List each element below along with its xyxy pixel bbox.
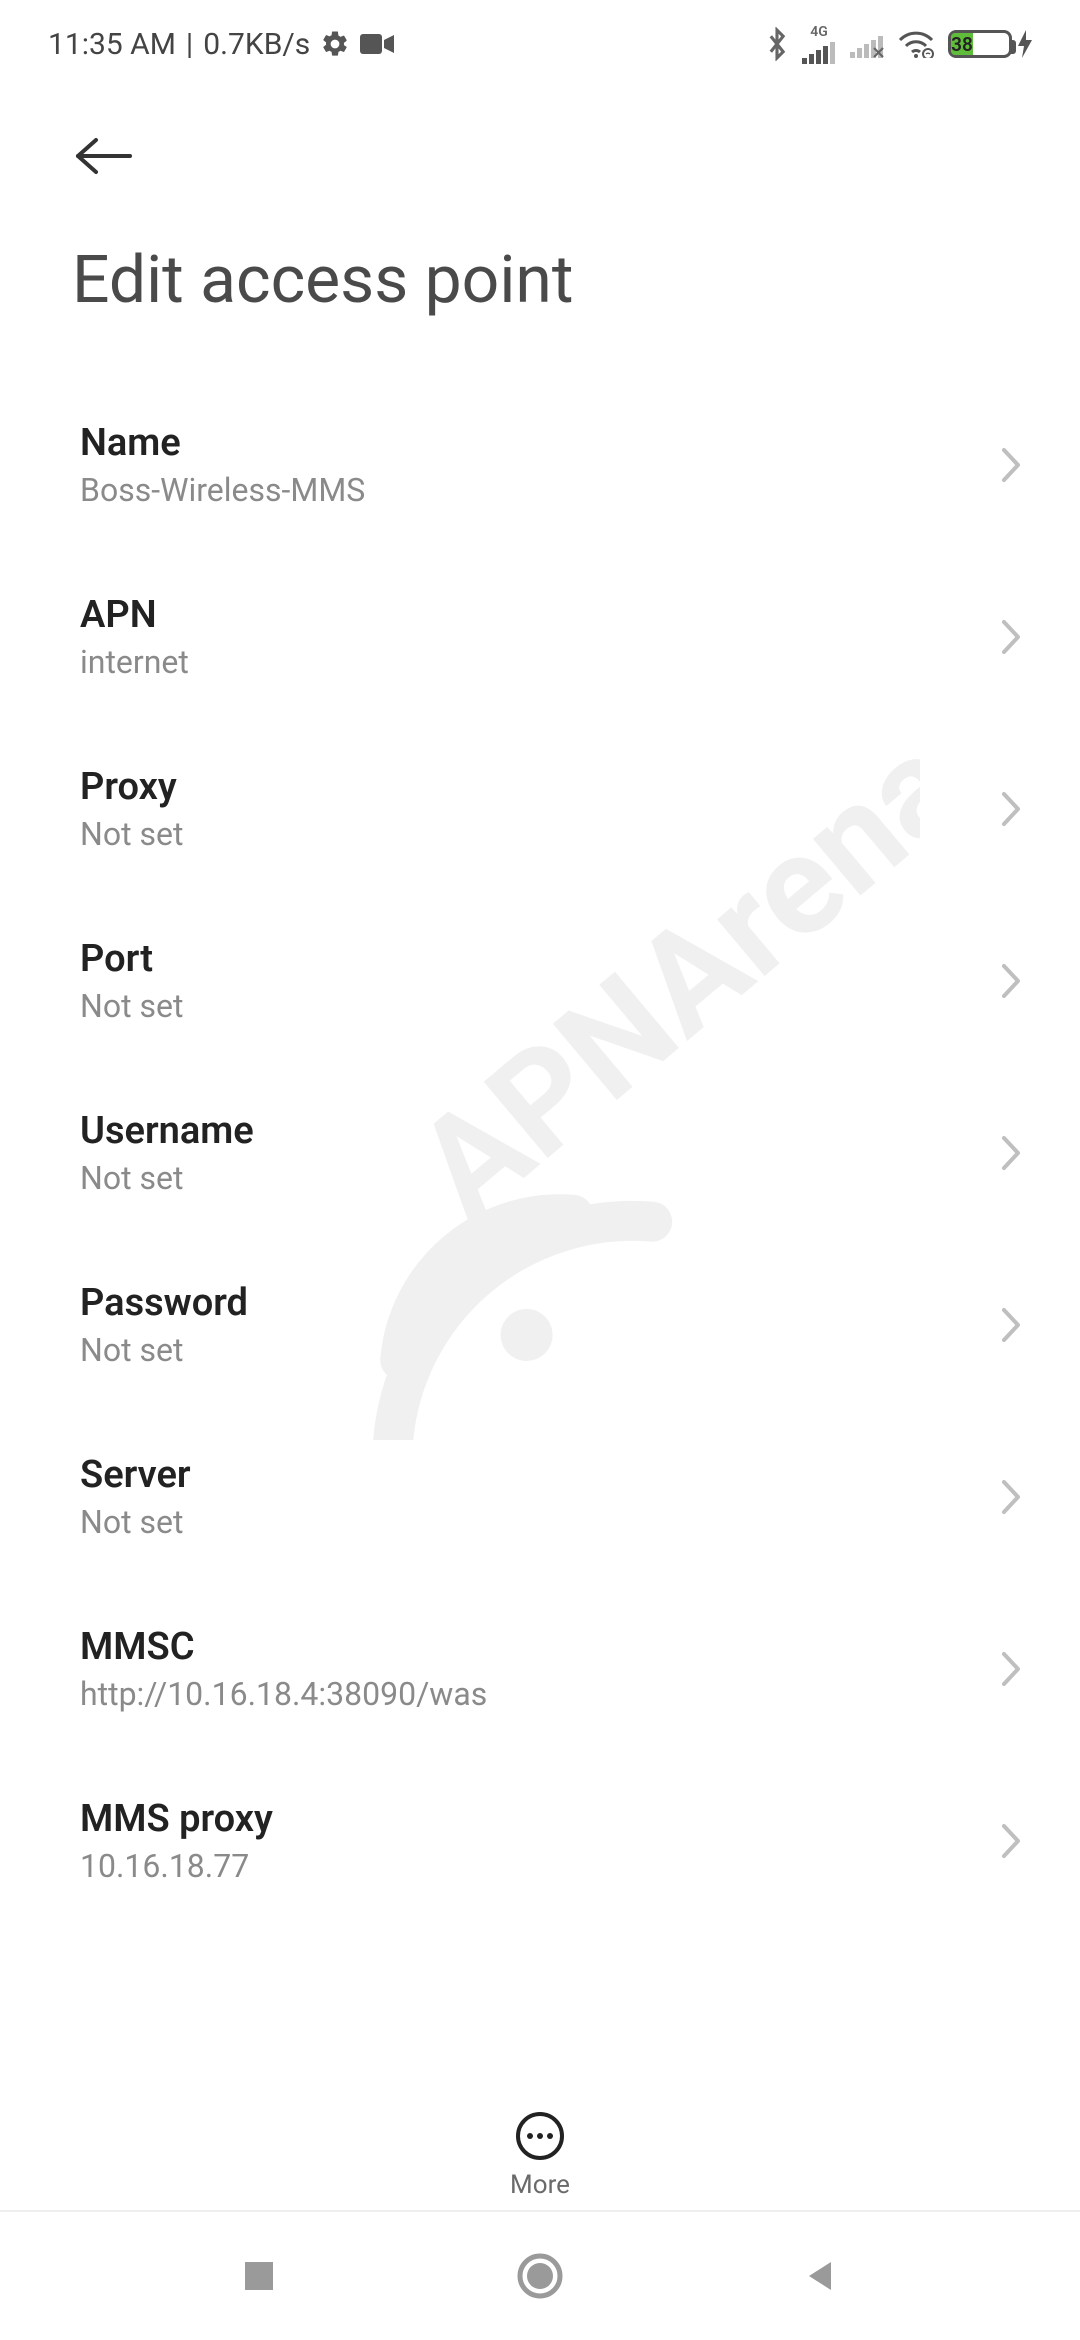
- row-value: Not set: [80, 1503, 191, 1541]
- row-password[interactable]: Password Not set: [0, 1239, 1080, 1411]
- charging-bolt-icon: [1018, 30, 1032, 58]
- signal-1-group: 4G: [802, 24, 836, 64]
- row-label: Proxy: [80, 765, 183, 809]
- page-title: Edit access point: [0, 182, 1080, 349]
- row-server[interactable]: Server Not set: [0, 1411, 1080, 1583]
- row-value: 10.16.18.77: [80, 1847, 273, 1885]
- battery-pill: 38: [948, 30, 1012, 58]
- battery-percent-label: 38: [951, 33, 973, 55]
- status-net-speed: 0.7KB/s: [203, 27, 310, 62]
- camera-icon: [360, 32, 394, 56]
- back-button[interactable]: [801, 2256, 841, 2296]
- row-mms-proxy[interactable]: MMS proxy 10.16.18.77: [0, 1755, 1080, 1927]
- row-proxy[interactable]: Proxy Not set: [0, 723, 1080, 895]
- row-value: Boss-Wireless-MMS: [80, 471, 365, 509]
- status-bar: 11:35 AM | 0.7KB/s 4G: [0, 0, 1080, 64]
- row-apn[interactable]: APN internet: [0, 551, 1080, 723]
- chevron-right-icon: [998, 1476, 1024, 1518]
- scroll-fade: [0, 1960, 1080, 2070]
- signal-4g-label: 4G: [810, 24, 828, 40]
- chevron-right-icon: [998, 1648, 1024, 1690]
- bottom-bar: More: [0, 2112, 1080, 2200]
- row-label: Server: [80, 1453, 191, 1497]
- bluetooth-icon: [766, 27, 788, 61]
- home-button[interactable]: [516, 2252, 564, 2300]
- status-bar-left: 11:35 AM | 0.7KB/s: [48, 27, 394, 62]
- row-label: Name: [80, 421, 365, 465]
- row-value: Not set: [80, 987, 183, 1025]
- dot-icon: [547, 2133, 553, 2139]
- chevron-right-icon: [998, 1820, 1024, 1862]
- dot-icon: [537, 2133, 543, 2139]
- status-divider: |: [186, 27, 193, 62]
- gear-icon: [320, 29, 350, 59]
- recents-button[interactable]: [239, 2256, 279, 2296]
- row-value: internet: [80, 643, 189, 681]
- row-name[interactable]: Name Boss-Wireless-MMS: [0, 379, 1080, 551]
- wifi-icon: [898, 30, 934, 58]
- row-port[interactable]: Port Not set: [0, 895, 1080, 1067]
- chevron-right-icon: [998, 1132, 1024, 1174]
- row-label: MMS proxy: [80, 1797, 273, 1841]
- signal-bars-2-icon: [850, 30, 884, 58]
- row-value: Not set: [80, 1331, 248, 1369]
- chevron-right-icon: [998, 788, 1024, 830]
- more-label: More: [510, 2170, 570, 2200]
- row-value: Not set: [80, 1159, 254, 1197]
- row-username[interactable]: Username Not set: [0, 1067, 1080, 1239]
- row-label: APN: [80, 593, 189, 637]
- more-button[interactable]: [516, 2112, 564, 2160]
- battery-indicator: 38: [948, 30, 1032, 58]
- row-label: Username: [80, 1109, 254, 1153]
- chevron-right-icon: [998, 444, 1024, 486]
- settings-list: Name Boss-Wireless-MMS APN internet Prox…: [0, 349, 1080, 1927]
- status-bar-right: 4G: [766, 24, 1032, 64]
- row-mmsc[interactable]: MMSC http://10.16.18.4:38090/was: [0, 1583, 1080, 1755]
- chevron-right-icon: [998, 616, 1024, 658]
- system-nav-bar: [0, 2210, 1080, 2340]
- row-value: http://10.16.18.4:38090/was: [80, 1675, 487, 1713]
- status-time: 11:35 AM: [48, 27, 176, 62]
- row-label: MMSC: [80, 1625, 487, 1669]
- row-label: Password: [80, 1281, 248, 1325]
- chevron-right-icon: [998, 1304, 1024, 1346]
- chevron-right-icon: [998, 960, 1024, 1002]
- row-label: Port: [80, 937, 183, 981]
- row-value: Not set: [80, 815, 183, 853]
- dot-icon: [527, 2133, 533, 2139]
- back-arrow-icon[interactable]: [72, 134, 134, 178]
- signal-bars-icon: [802, 42, 836, 64]
